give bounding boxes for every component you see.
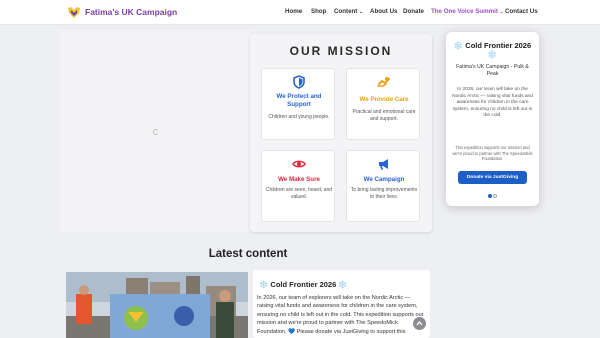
- mission-card-desc: Children and young people.: [268, 114, 330, 120]
- mission-card-desc: To bring lasting improvements to their l…: [350, 187, 418, 200]
- mission-card-protect: We Protect and Support Children and youn…: [261, 68, 335, 140]
- chevron-down-icon: ⌄: [359, 9, 364, 15]
- article-photo[interactable]: [66, 272, 248, 338]
- nav-about-us[interactable]: About Us: [370, 8, 398, 15]
- popup-body: In 2026, our team will take on the Nordi…: [452, 87, 533, 119]
- team-photo-image: [66, 272, 248, 338]
- article-title[interactable]: ❄️ Cold Frontier 2026 ❄️: [259, 280, 348, 289]
- nav-home[interactable]: Home: [285, 8, 302, 15]
- article-body: In 2026, our team of explorers will take…: [257, 295, 424, 335]
- mission-section: OUR MISSION We Protect and Support Child…: [250, 34, 432, 232]
- nav-shop[interactable]: Shop: [311, 8, 326, 15]
- shield-icon: [293, 75, 305, 89]
- nav-content[interactable]: Content ⌄: [334, 8, 363, 15]
- megaphone-icon: [379, 159, 388, 170]
- chevron-up-icon: [416, 320, 423, 326]
- nav-content-label: Content: [334, 8, 358, 15]
- article-card[interactable]: ❄️ Cold Frontier 2026 ❄️ In 2026, our te…: [253, 270, 430, 338]
- chevron-down-icon: ⌄: [499, 9, 504, 15]
- mission-card-desc: Children are seen, heard, and valued.: [265, 187, 333, 200]
- mission-title: OUR MISSION: [289, 44, 393, 58]
- logo-icon[interactable]: [67, 6, 81, 19]
- care-icon: [377, 77, 390, 87]
- mission-card-desc: Practical and emotional care and support…: [352, 109, 416, 122]
- nav-one-voice-summit[interactable]: The One Voice Summit ⌄: [431, 8, 504, 15]
- mission-card-title: We Protect and Support: [276, 93, 322, 108]
- mission-card-campaign: We Campaign To bring lasting improvement…: [346, 150, 420, 222]
- eye-icon: [292, 160, 306, 168]
- mission-card-care: We Provide Care Practical and emotional …: [346, 68, 420, 140]
- popup-title: ❄️ Cold Frontier 2026 ❄️: [453, 41, 532, 59]
- cold-frontier-popup: ❄️ Cold Frontier 2026 ❄️ Fatima's UK Cam…: [446, 32, 539, 206]
- popup-note: This expedition supports our mission and…: [452, 145, 533, 161]
- scroll-to-top-button[interactable]: [413, 317, 426, 330]
- mission-card-title: We Provide Care: [359, 96, 409, 103]
- mission-card-title: We Campaign: [363, 176, 405, 183]
- nav-donate[interactable]: Donate: [403, 8, 424, 15]
- nav-one-voice-summit-label: The One Voice Summit: [431, 8, 498, 15]
- mission-card-make-sure: We Make Sure Children are seen, heard, a…: [261, 150, 335, 222]
- popup-subtitle: Fatima's UK Campaign - Pulk & Peak: [456, 64, 529, 77]
- mission-card-title: We Make Sure: [278, 176, 320, 183]
- carousel-dot-active[interactable]: [488, 194, 492, 198]
- site-title[interactable]: Fatima's UK Campaign: [85, 7, 177, 17]
- latest-content-heading: Latest content: [208, 248, 288, 260]
- donate-justgiving-button[interactable]: Donate via JustGiving: [458, 171, 527, 184]
- nav-contact-us[interactable]: Contact Us: [505, 8, 538, 15]
- loading-spinner-icon: [153, 129, 159, 135]
- site-header: Fatima's UK Campaign Home Shop Content ⌄…: [0, 0, 600, 25]
- carousel-dot[interactable]: [493, 194, 497, 198]
